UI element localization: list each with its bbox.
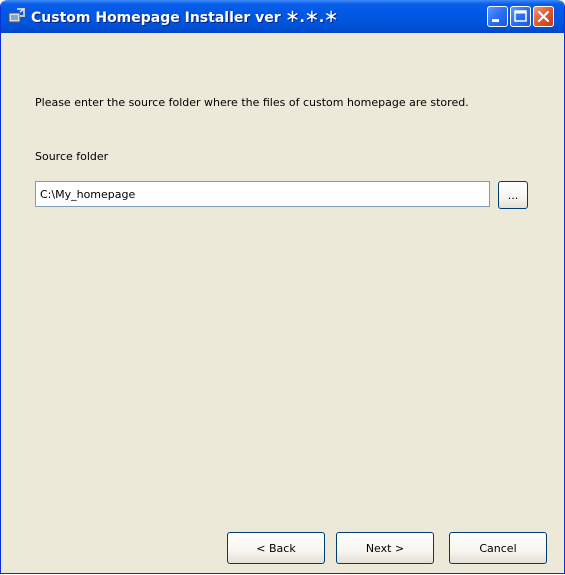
installer-window: Custom Homepage Installer ver ＊.＊.＊ Plea…	[0, 0, 565, 574]
installer-app-icon	[8, 8, 26, 25]
minimize-icon	[492, 19, 499, 22]
window-title: Custom Homepage Installer ver ＊.＊.＊	[31, 10, 339, 26]
source-folder-input[interactable]	[35, 181, 490, 207]
cancel-button[interactable]: Cancel	[449, 532, 547, 564]
browse-button[interactable]: ...	[498, 181, 528, 209]
minimize-button[interactable]	[487, 6, 508, 27]
close-icon	[537, 10, 550, 23]
maximize-icon	[514, 10, 527, 22]
instruction-text: Please enter the source folder where the…	[35, 96, 469, 109]
source-folder-label: Source folder	[35, 150, 109, 163]
maximize-button[interactable]	[510, 6, 531, 27]
close-button[interactable]	[533, 6, 554, 27]
next-button[interactable]: Next >	[336, 532, 434, 564]
title-bar[interactable]: Custom Homepage Installer ver ＊.＊.＊	[1, 0, 564, 33]
back-button[interactable]: < Back	[227, 532, 325, 564]
